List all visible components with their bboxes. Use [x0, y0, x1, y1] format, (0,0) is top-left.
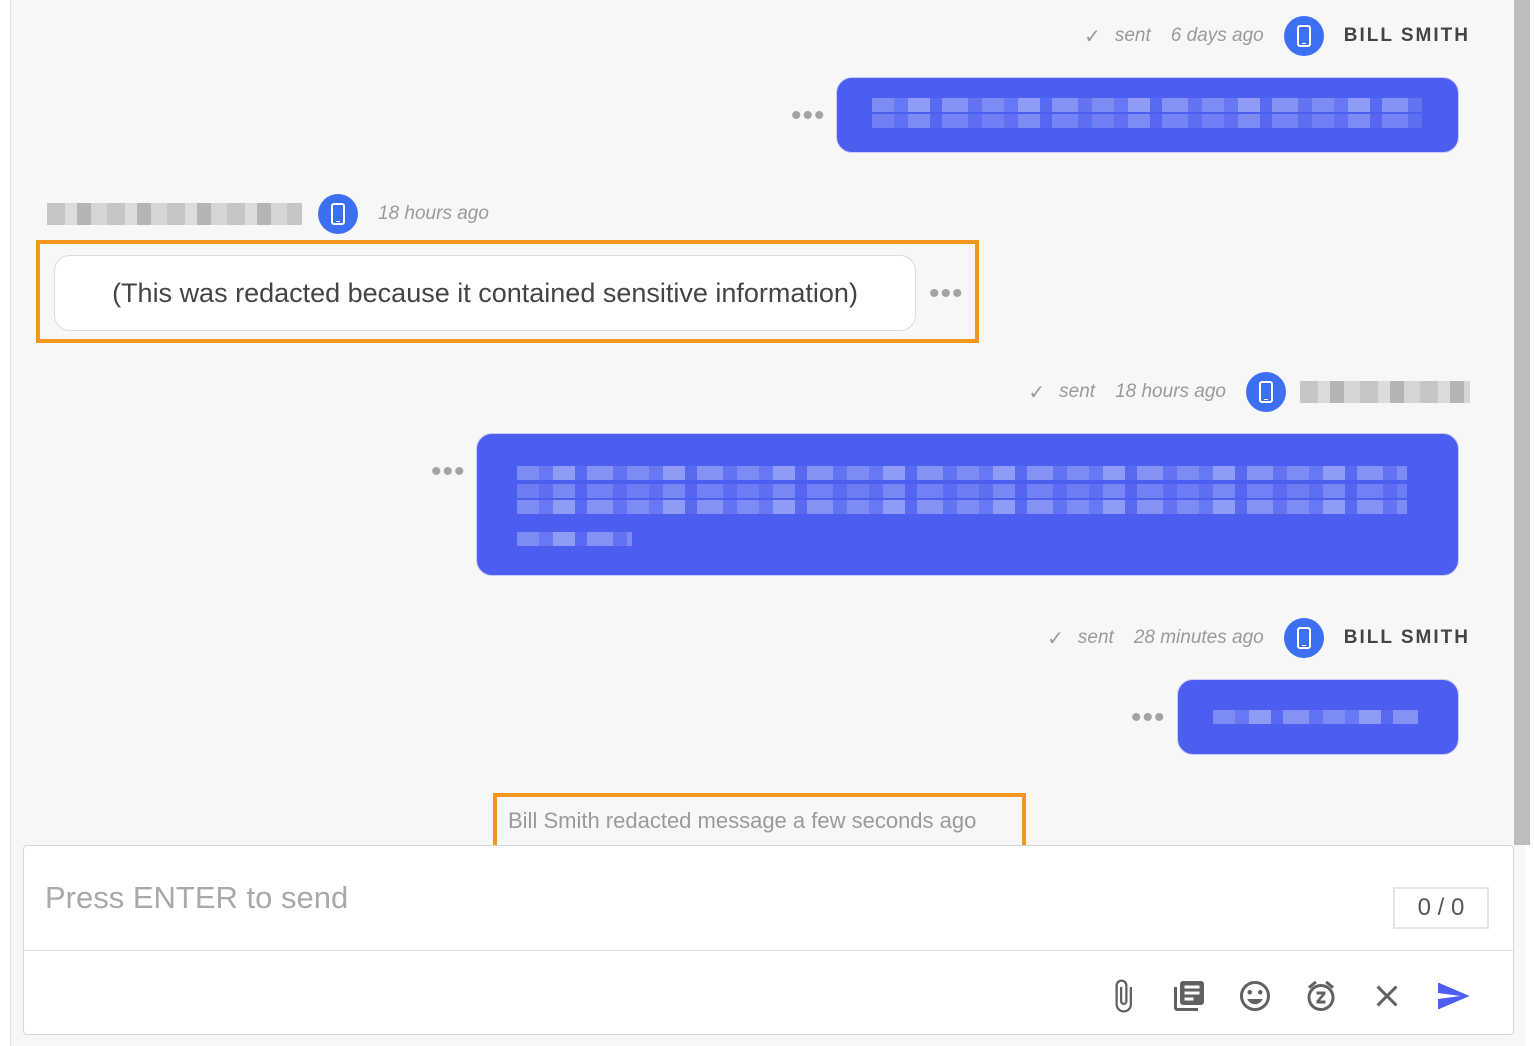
- attach-button[interactable]: [1101, 974, 1145, 1018]
- scrollbar[interactable]: [1514, 0, 1530, 845]
- phone-icon: [318, 194, 358, 234]
- check-icon: ✓: [1047, 627, 1064, 650]
- message-1-meta: ✓ sent 6 days ago BILL SMITH: [1084, 16, 1470, 56]
- message-1-more-button[interactable]: •••: [791, 101, 826, 131]
- sender-name: BILL SMITH: [1343, 627, 1470, 648]
- snooze-button[interactable]: [1299, 974, 1343, 1018]
- composer-toolbar: [1079, 974, 1475, 1018]
- close-icon: [1376, 985, 1398, 1007]
- phone-icon: [1246, 372, 1286, 412]
- redaction-event-text: Bill Smith redacted message a few second…: [508, 808, 977, 833]
- send-icon: [1438, 982, 1470, 1010]
- sender-name: BILL SMITH: [1343, 25, 1470, 46]
- message-4-bubble: [1177, 679, 1459, 755]
- check-icon: ✓: [1084, 25, 1101, 48]
- message-composer: 0 / 0: [23, 845, 1514, 1035]
- message-time: 18 hours ago: [1115, 381, 1226, 402]
- check-icon: ✓: [1028, 381, 1046, 404]
- character-counter: 0 / 0: [1393, 887, 1489, 929]
- pixelated-sender-name: [1300, 381, 1470, 403]
- message-status: sent: [1114, 25, 1151, 46]
- message-time: 6 days ago: [1170, 25, 1264, 46]
- phone-icon: [1283, 618, 1324, 658]
- pixelated-content: [517, 484, 1407, 498]
- emoji-icon: [1240, 981, 1270, 1011]
- pixelated-content: [517, 532, 632, 546]
- message-status: sent: [1077, 627, 1114, 648]
- message-time: 18 hours ago: [378, 203, 489, 224]
- emoji-button[interactable]: [1233, 974, 1277, 1018]
- message-status: sent: [1059, 381, 1096, 402]
- pixelated-content: [517, 500, 1407, 514]
- clear-button[interactable]: [1365, 974, 1409, 1018]
- message-input[interactable]: [24, 846, 1513, 951]
- pixelated-content: [872, 114, 1422, 128]
- message-3-meta: ✓ sent 18 hours ago: [1028, 372, 1470, 412]
- pixelated-content: [1213, 710, 1418, 724]
- redacted-message-text: (This was redacted because it contained …: [112, 277, 858, 308]
- message-2-meta: 18 hours ago: [47, 194, 489, 234]
- send-button[interactable]: [1431, 974, 1475, 1018]
- message-4-meta: ✓ sent 28 minutes ago BILL SMITH: [1047, 618, 1470, 658]
- pixelated-sender-name: [47, 203, 302, 225]
- pixelated-content: [517, 466, 1407, 480]
- phone-icon: [1283, 16, 1324, 56]
- message-3-bubble: [476, 433, 1459, 576]
- snooze-icon: [1307, 980, 1335, 1012]
- message-4-more-button[interactable]: •••: [1131, 703, 1166, 733]
- templates-icon: [1174, 981, 1204, 1011]
- message-1-bubble: [836, 77, 1459, 153]
- templates-button[interactable]: [1167, 974, 1211, 1018]
- message-time: 28 minutes ago: [1133, 627, 1264, 648]
- pixelated-content: [872, 98, 1422, 112]
- message-3-more-button[interactable]: •••: [431, 457, 466, 487]
- redacted-message-bubble: (This was redacted because it contained …: [54, 255, 916, 331]
- message-2-more-button[interactable]: •••: [929, 279, 964, 309]
- paperclip-icon: [1115, 979, 1132, 1013]
